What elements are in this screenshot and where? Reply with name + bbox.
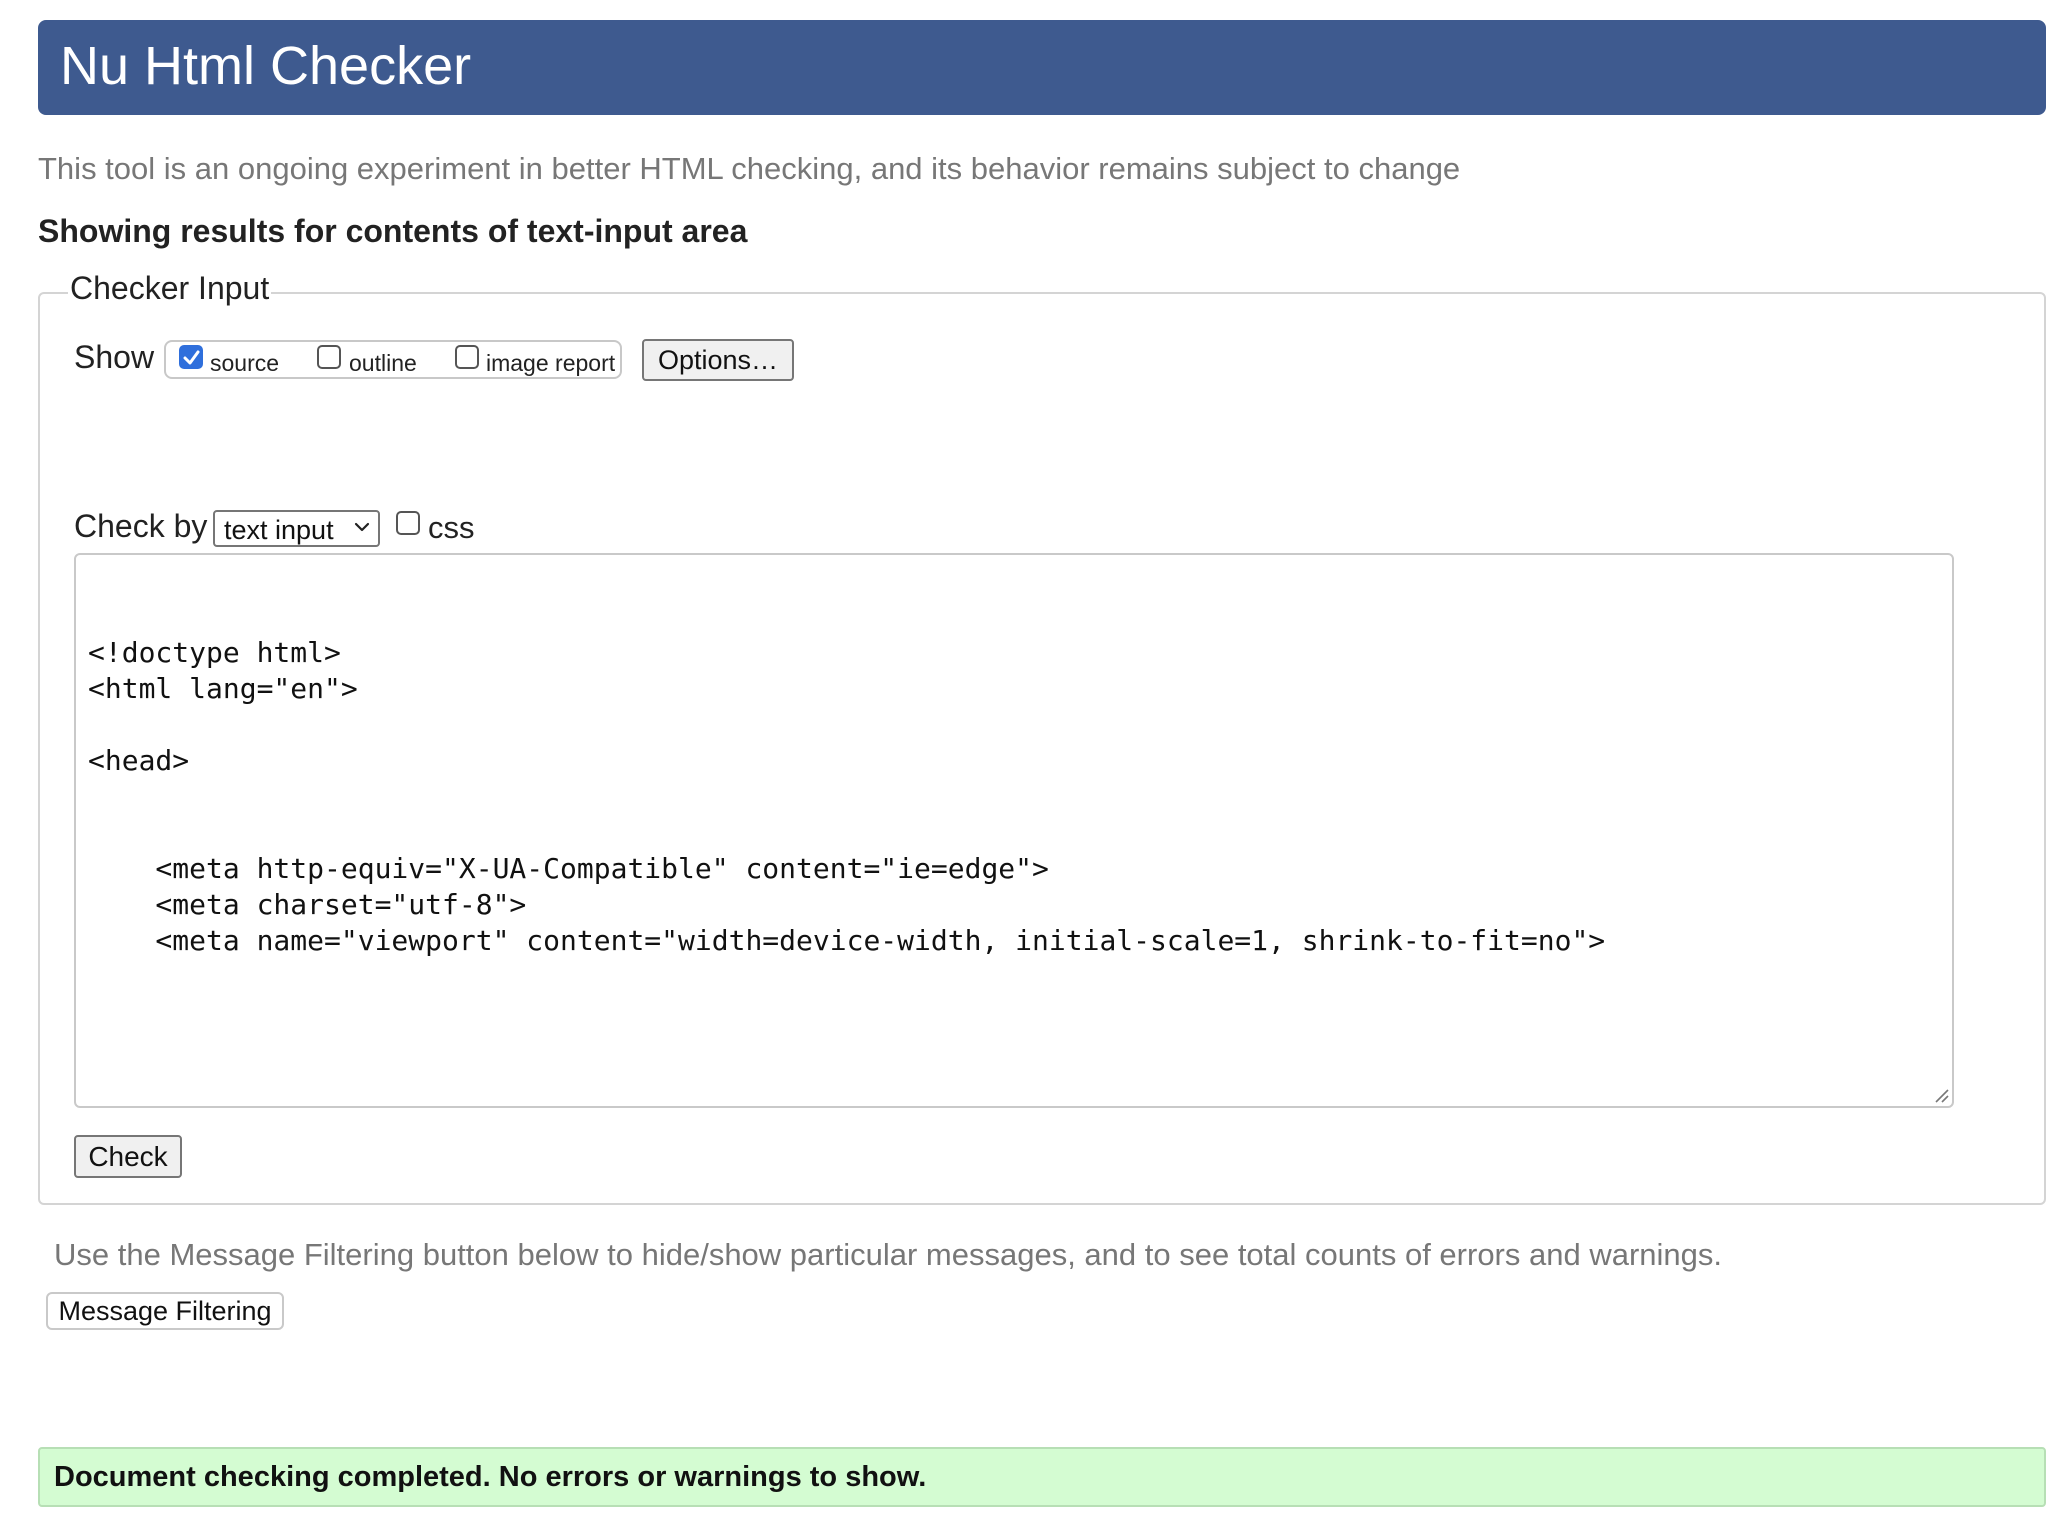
outline-checkbox[interactable]: [317, 345, 341, 369]
tagline: This tool is an ongoing experiment in be…: [38, 151, 1461, 186]
success-message-banner: Document checking completed. No errors o…: [38, 1447, 2046, 1507]
message-filtering-button[interactable]: Message Filtering: [46, 1292, 284, 1330]
results-heading: Showing results for contents of text-inp…: [38, 213, 748, 249]
source-checkbox[interactable]: [179, 345, 203, 369]
check-by-label: Check by: [74, 508, 208, 544]
page-title: Nu Html Checker: [60, 36, 472, 96]
options-button[interactable]: Options…: [642, 339, 794, 381]
page-header: Nu Html Checker: [38, 20, 2046, 115]
source-code-text[interactable]: <!doctype html> <html lang="en"> <head> …: [88, 599, 1605, 959]
checkmark-icon: [183, 350, 200, 365]
source-option-label[interactable]: source: [210, 350, 279, 377]
checker-input-legend: Checker Input: [68, 270, 272, 307]
show-label: Show: [74, 339, 155, 375]
image-report-checkbox[interactable]: [455, 345, 479, 369]
resize-handle-icon[interactable]: [1932, 1086, 1950, 1104]
check-button[interactable]: Check: [74, 1135, 182, 1178]
check-by-selected-value: text input: [224, 515, 334, 545]
show-options-group: source outline image report: [164, 340, 622, 379]
image-report-option-label[interactable]: image report: [486, 350, 615, 377]
css-checkbox-label[interactable]: css: [428, 510, 475, 546]
outline-option-label[interactable]: outline: [349, 350, 417, 377]
success-message-text: Document checking completed. No errors o…: [54, 1461, 927, 1493]
chevron-down-icon: [354, 522, 370, 532]
source-textarea[interactable]: <!doctype html> <html lang="en"> <head> …: [74, 553, 1954, 1108]
css-checkbox[interactable]: [396, 511, 420, 535]
check-by-select[interactable]: text input: [213, 510, 380, 547]
message-filtering-note: Use the Message Filtering button below t…: [54, 1237, 1723, 1272]
